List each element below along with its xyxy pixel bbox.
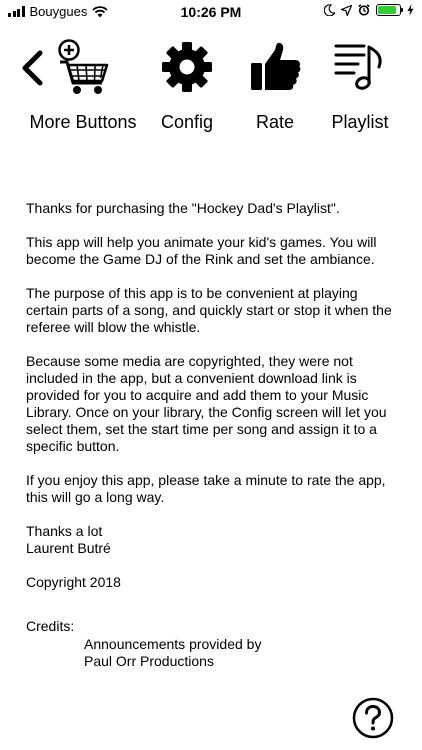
copyright-line: Copyright 2018 — [26, 574, 121, 590]
credits-text: Announcements provided by Paul Orr Produ… — [84, 636, 402, 670]
about-text: Thanks for purchasing the "Hockey Dad's … — [26, 200, 402, 670]
gear-icon — [162, 42, 212, 92]
status-bar: Bouygues 10:26 PM — [0, 0, 422, 24]
paragraph-purpose: The purpose of this app is to be conveni… — [26, 285, 392, 335]
cart-plus-icon — [58, 39, 109, 94]
more-buttons-button[interactable]: More Buttons — [28, 36, 138, 133]
thanks-line: Thanks a lot — [26, 523, 103, 539]
moon-icon — [324, 4, 335, 16]
help-button[interactable] — [352, 697, 394, 739]
status-right — [324, 4, 414, 16]
credits-line-1: Announcements provided by — [84, 636, 262, 652]
paragraph-copyright-media: Because some media are copyrighted, they… — [26, 353, 387, 454]
playlist-button[interactable]: Playlist — [305, 36, 415, 133]
more-buttons-label: More Buttons — [29, 112, 137, 132]
paragraph-thanks: Thanks for purchasing the "Hockey Dad's … — [26, 200, 340, 216]
credits-line-2: Paul Orr Productions — [84, 653, 214, 669]
author-name: Laurent Butré — [26, 540, 111, 556]
credits-title: Credits: — [26, 618, 75, 634]
charging-icon — [407, 4, 414, 16]
playlist-label: Playlist — [331, 112, 389, 132]
question-circle-icon — [352, 697, 394, 739]
signature: Thanks a lot Laurent Butré — [26, 523, 402, 557]
battery-icon — [376, 4, 403, 16]
playlist-icon — [334, 44, 382, 90]
thumbs-up-icon — [251, 42, 301, 90]
location-icon — [341, 4, 352, 16]
paragraph-rate: If you enjoy this app, please take a min… — [26, 472, 386, 505]
battery-fill — [378, 6, 396, 14]
paragraph-intro: This app will help you animate your kid'… — [26, 234, 377, 267]
alarm-icon — [358, 4, 370, 16]
